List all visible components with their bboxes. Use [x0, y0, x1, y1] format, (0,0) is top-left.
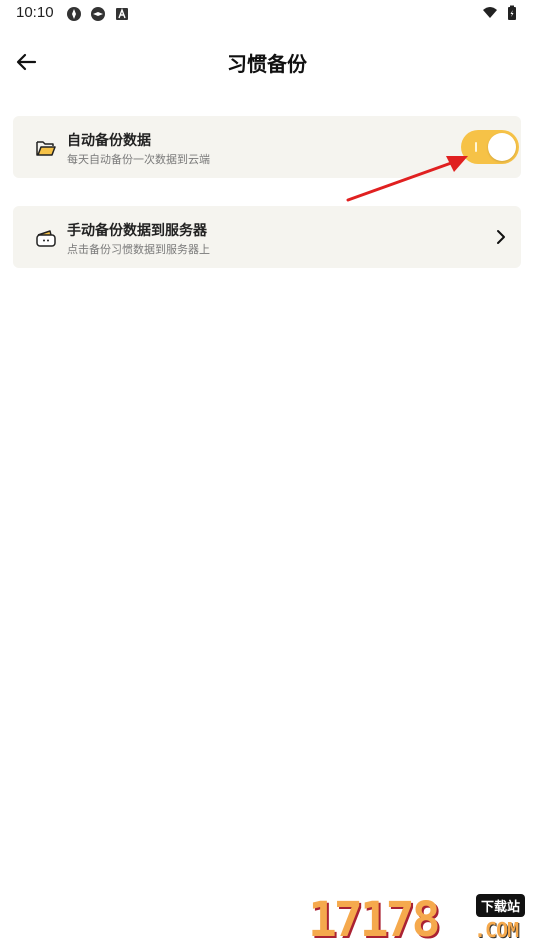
a-notification-icon — [116, 8, 128, 20]
toggle-on-indicator — [475, 142, 477, 152]
page-title: 习惯备份 — [227, 52, 307, 76]
system-icons — [482, 5, 520, 21]
watermark-digits: 17178 — [308, 892, 440, 948]
app-notification-icon — [91, 7, 105, 21]
status-bar: 10:10 — [0, 0, 534, 28]
auto-backup-subtitle: 每天自动备份一次数据到云端 — [67, 153, 210, 166]
manual-backup-subtitle: 点击备份习惯数据到服务器上 — [67, 243, 210, 256]
annotation-arrow — [346, 156, 468, 202]
manual-backup-title: 手动备份数据到服务器 — [67, 223, 207, 239]
chevron-right-icon — [497, 230, 505, 244]
app-bar: 习惯备份 — [0, 36, 534, 86]
battery-icon — [508, 5, 516, 20]
watermark-domain: .COM — [474, 918, 519, 942]
wifi-icon — [483, 7, 497, 18]
auto-backup-title: 自动备份数据 — [67, 133, 151, 149]
watermark-badge: 下载站 — [476, 894, 526, 917]
folder-icon — [36, 141, 56, 156]
toggle-knob — [488, 133, 516, 161]
wallet-icon — [36, 230, 56, 247]
notification-icons — [66, 6, 130, 22]
watermark-logo: 17178 下载站 .COM — [308, 888, 534, 950]
status-time: 10:10 — [16, 4, 54, 21]
manual-backup-row[interactable]: 手动备份数据到服务器 点击备份习惯数据到服务器上 — [13, 206, 521, 268]
app-notification-icon — [67, 7, 81, 21]
